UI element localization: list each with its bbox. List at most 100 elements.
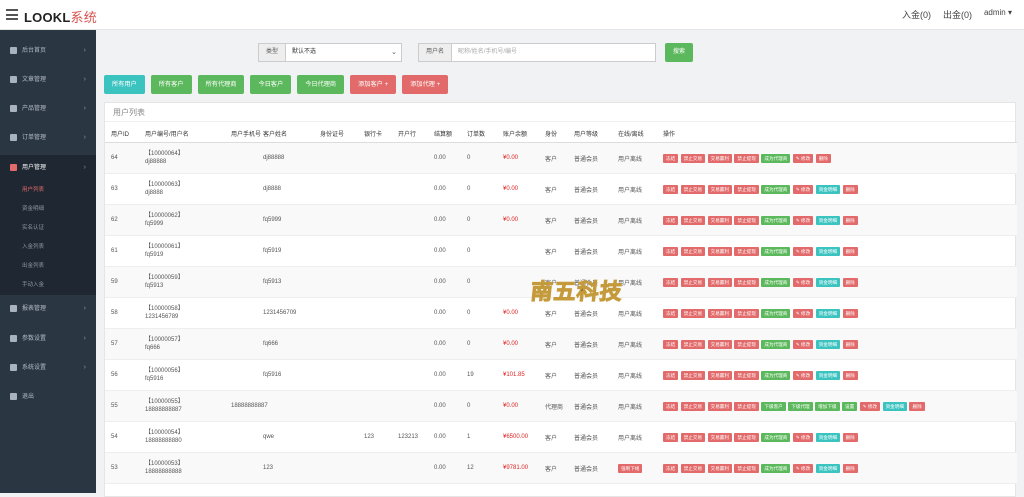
action-button[interactable]: 禁止提现 — [734, 401, 759, 411]
type-select[interactable]: 默认不选 ⌄ — [286, 43, 403, 62]
action-button[interactable]: ✎ 修改 — [792, 370, 814, 380]
action-button[interactable]: 成为代理商 — [761, 153, 791, 163]
action-button[interactable]: 交易赢利 — [707, 184, 732, 194]
action-button[interactable]: 冻结 — [663, 153, 679, 163]
submenu-item[interactable]: 入金列表 — [0, 238, 96, 257]
action-button[interactable]: 禁止提现 — [734, 432, 759, 442]
action-button[interactable]: 禁止交易 — [680, 401, 706, 411]
action-button[interactable]: 冻结 — [663, 401, 679, 411]
action-button[interactable]: 禁止提现 — [734, 308, 759, 318]
filter-tab[interactable]: 今日代理商 — [297, 75, 345, 94]
action-button[interactable]: 交易赢利 — [707, 215, 732, 225]
action-button[interactable]: 冻结 — [663, 184, 679, 194]
filter-tab[interactable]: 所有客户 — [150, 75, 192, 94]
withdraw-link[interactable]: 出金(0) — [943, 8, 972, 21]
app-logo[interactable]: LOOKL系统 — [24, 7, 97, 26]
action-button[interactable]: 禁止提现 — [734, 339, 759, 349]
sidebar-item-home[interactable]: 后台首页 › — [0, 38, 96, 64]
action-button[interactable]: 禁止提现 — [734, 370, 759, 380]
action-button[interactable]: ✎ 修改 — [792, 184, 814, 194]
submenu-item[interactable]: 实名认证 — [0, 219, 96, 238]
action-button[interactable]: 禁止交易 — [680, 184, 706, 194]
filter-tab[interactable]: 添加客户 + — [350, 75, 397, 94]
action-button[interactable]: 交易赢利 — [707, 339, 732, 349]
action-button[interactable]: 资金明细 — [882, 401, 907, 411]
action-button[interactable]: ✎ 修改 — [792, 339, 814, 349]
action-button[interactable]: 删除 — [842, 277, 858, 287]
action-button[interactable]: 禁止提现 — [734, 463, 759, 473]
action-button[interactable]: 删除 — [842, 370, 858, 380]
menu-icon[interactable] — [6, 9, 18, 20]
action-button[interactable]: 删除 — [842, 339, 858, 349]
action-button[interactable]: 冻结 — [663, 463, 679, 473]
action-button[interactable]: 资金明细 — [815, 215, 841, 225]
action-button[interactable]: 成为代理商 — [761, 432, 791, 442]
action-button[interactable]: ✎ 修改 — [859, 401, 881, 411]
filter-tab[interactable]: 所有用户 — [104, 75, 145, 94]
action-button[interactable]: 资金明细 — [815, 277, 841, 287]
action-button[interactable]: ✎ 修改 — [792, 432, 814, 442]
action-button[interactable]: 下级客户 — [761, 401, 786, 411]
submenu-item[interactable]: 资金明细 — [0, 200, 96, 219]
action-button[interactable]: 禁止交易 — [680, 370, 706, 380]
search-button[interactable]: 搜索 — [665, 43, 694, 62]
action-button[interactable]: 资金明细 — [815, 432, 841, 442]
action-button[interactable]: 成为代理商 — [761, 277, 791, 287]
action-button[interactable]: ✎ 修改 — [792, 277, 814, 287]
action-button[interactable]: 成为代理商 — [761, 339, 791, 349]
sidebar-item-products[interactable]: 产品管理 › — [0, 96, 96, 122]
action-button[interactable]: 交易赢利 — [707, 370, 732, 380]
action-button[interactable]: ✎ 修改 — [792, 463, 814, 473]
sidebar-item-users[interactable]: 用户管理 › — [0, 155, 96, 181]
action-button[interactable]: 删除 — [909, 401, 925, 411]
action-button[interactable]: 交易赢利 — [707, 246, 732, 256]
action-button[interactable]: 禁止提现 — [734, 277, 759, 287]
action-button[interactable]: 禁止交易 — [680, 432, 706, 442]
action-button[interactable]: 删除 — [842, 246, 858, 256]
submenu-item[interactable]: 用户列表 — [0, 181, 96, 200]
action-button[interactable]: 禁止交易 — [680, 215, 706, 225]
user-menu[interactable]: admin ▾ — [984, 8, 1012, 21]
action-button[interactable]: 交易赢利 — [707, 308, 732, 318]
action-button[interactable]: 冻结 — [663, 246, 679, 256]
action-button[interactable]: 成为代理商 — [761, 246, 791, 256]
action-button[interactable]: 删除 — [842, 308, 858, 318]
submenu-item[interactable]: 手动入金 — [0, 276, 96, 295]
action-button[interactable]: 禁止交易 — [680, 153, 706, 163]
action-button[interactable]: 冻结 — [663, 339, 679, 349]
action-button[interactable]: 删除 — [842, 184, 858, 194]
action-button[interactable]: 交易赢利 — [707, 463, 732, 473]
submenu-item[interactable]: 出金列表 — [0, 257, 96, 276]
action-button[interactable]: 禁止交易 — [680, 339, 706, 349]
sidebar-item-params[interactable]: 参数设置 › — [0, 326, 96, 352]
action-button[interactable]: 资金明细 — [815, 463, 841, 473]
action-button[interactable]: 禁止交易 — [680, 246, 706, 256]
action-button[interactable]: 设置 — [842, 401, 858, 411]
username-input[interactable]: 昵称/姓名/手机号/编号 — [452, 43, 657, 62]
action-button[interactable]: 删除 — [842, 432, 858, 442]
action-button[interactable]: 删除 — [815, 153, 831, 163]
action-button[interactable]: 资金明细 — [815, 370, 841, 380]
filter-tab[interactable]: 添加代理 + — [402, 75, 449, 94]
deposit-link[interactable]: 入金(0) — [902, 8, 931, 21]
action-button[interactable]: 禁止提现 — [734, 215, 759, 225]
action-button[interactable]: 禁止交易 — [680, 463, 706, 473]
sidebar-item-articles[interactable]: 文章管理 › — [0, 67, 96, 93]
action-button[interactable]: 冻结 — [663, 215, 679, 225]
sidebar-item-logout[interactable]: 退出 — [0, 384, 96, 410]
action-button[interactable]: 冻结 — [663, 308, 679, 318]
action-button[interactable]: 冻结 — [663, 370, 679, 380]
action-button[interactable]: 成为代理商 — [761, 308, 791, 318]
sidebar-item-orders[interactable]: 订单管理 › — [0, 125, 96, 151]
filter-tab[interactable]: 今日客户 — [250, 75, 292, 94]
action-button[interactable]: 禁止交易 — [680, 277, 706, 287]
action-button[interactable]: 交易赢利 — [707, 277, 732, 287]
sidebar-item-reports[interactable]: 报表管理 › — [0, 296, 96, 322]
action-button[interactable]: 成为代理商 — [761, 370, 791, 380]
action-button[interactable]: 资金明细 — [815, 308, 841, 318]
action-button[interactable]: 成为代理商 — [761, 215, 791, 225]
action-button[interactable]: ✎ 修改 — [792, 153, 814, 163]
action-button[interactable]: 禁止交易 — [680, 308, 706, 318]
action-button[interactable]: 增加下级 — [815, 401, 840, 411]
action-button[interactable]: 资金明细 — [815, 184, 841, 194]
